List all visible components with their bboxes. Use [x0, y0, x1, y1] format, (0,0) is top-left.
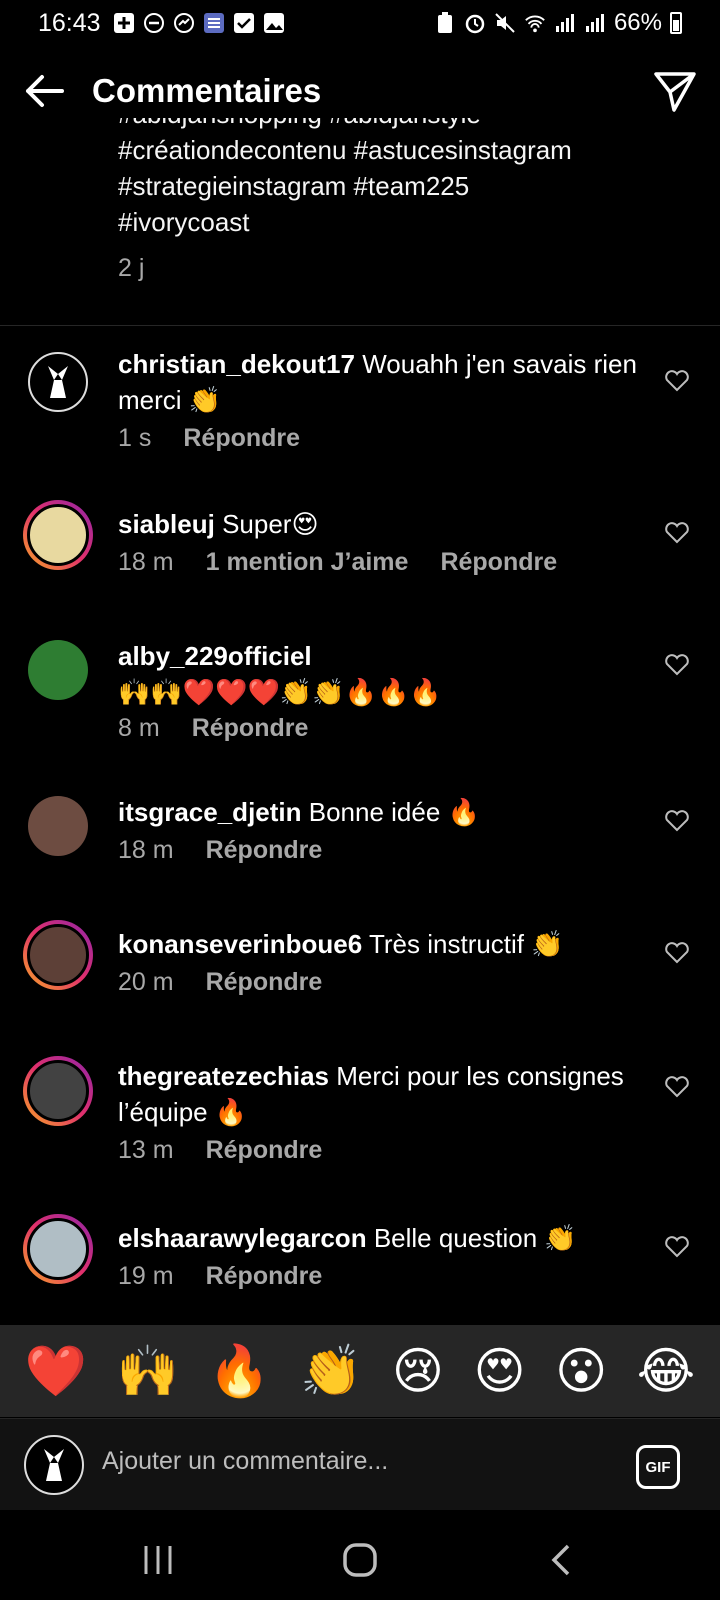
comment-username[interactable]: alby_229officiel: [118, 638, 638, 674]
like-heart-icon[interactable]: [664, 940, 690, 966]
post-caption: #abidjanshopping #abidjanstyle #création…: [118, 118, 678, 298]
comment-time: 19 m: [118, 1262, 174, 1290]
battery-saver-icon: [434, 12, 456, 34]
battery-percent: 66%: [613, 9, 662, 36]
comment-time: 20 m: [118, 968, 174, 996]
emoji-fire[interactable]: 🔥: [208, 1346, 270, 1396]
header: Commentaires: [0, 56, 720, 126]
like-heart-icon[interactable]: [664, 652, 690, 678]
alarm-icon: [464, 12, 486, 34]
comment-username[interactable]: elshaarawylegarcon: [118, 1223, 367, 1253]
messenger-icon: [173, 12, 195, 34]
comment-username[interactable]: christian_dekout17: [118, 349, 355, 379]
comment-username[interactable]: siableuj: [118, 509, 215, 539]
comment-text: 🙌🙌❤️❤️❤️👏👏🔥🔥🔥: [118, 677, 442, 707]
signal-icon-2: [584, 12, 606, 34]
back-arrow-icon[interactable]: [22, 68, 68, 114]
battery-icon: [670, 12, 682, 34]
comment-username[interactable]: thegreatezechias: [118, 1061, 329, 1091]
avatar[interactable]: [28, 640, 88, 700]
system-status-icons: 66%: [434, 9, 682, 37]
like-heart-icon[interactable]: [664, 1074, 690, 1100]
emoji-heart[interactable]: ❤️: [25, 1346, 87, 1396]
reply-button[interactable]: Répondre: [440, 548, 557, 577]
comment-username[interactable]: konanseverinboue6: [118, 929, 362, 959]
caption-line[interactable]: #strategieinstagram #team225: [118, 168, 678, 204]
recent-apps-icon[interactable]: [138, 1540, 178, 1580]
comment-text: Super😍: [222, 509, 319, 539]
emoji-heart-eyes[interactable]: 😍: [474, 1346, 526, 1396]
caption-line[interactable]: #créationdecontenu #astucesinstagram: [118, 132, 678, 168]
comment-username[interactable]: itsgrace_djetin: [118, 797, 302, 827]
system-nav-bar: [0, 1510, 720, 1600]
comment-list[interactable]: christian_dekout17 Wouahh j'en savais ri…: [0, 326, 720, 1326]
avatar[interactable]: [23, 1056, 93, 1126]
likes-count[interactable]: 1 mention J’aime: [206, 548, 409, 577]
caption-age: 2 j: [118, 254, 145, 282]
emoji-reaction-bar: ❤️ 🙌 🔥 👏 😢 😍 😮 😂: [0, 1325, 720, 1417]
comment-time: 18 m: [118, 548, 174, 576]
like-heart-icon[interactable]: [664, 808, 690, 834]
comment-text: Très instructif 👏: [368, 929, 564, 959]
avatar[interactable]: [28, 352, 88, 412]
comment-time: 1 s: [118, 424, 152, 452]
gif-button[interactable]: GIF: [636, 1445, 680, 1489]
like-heart-icon[interactable]: [664, 368, 690, 394]
comment-input-bar: Ajouter un commentaire... GIF: [0, 1418, 720, 1510]
gallery-icon: [263, 12, 285, 34]
comment-input[interactable]: Ajouter un commentaire...: [102, 1447, 572, 1476]
avatar[interactable]: [23, 500, 93, 570]
wifi-icon: [524, 12, 546, 34]
user-avatar: [24, 1435, 84, 1495]
reply-button[interactable]: Répondre: [206, 1136, 323, 1165]
comment-time: 13 m: [118, 1136, 174, 1164]
reply-button[interactable]: Répondre: [206, 1262, 323, 1291]
like-heart-icon[interactable]: [664, 520, 690, 546]
notification-icons: [113, 12, 285, 34]
home-icon[interactable]: [340, 1540, 380, 1580]
comment-time: 8 m: [118, 714, 160, 742]
emoji-raised-hands[interactable]: 🙌: [117, 1346, 179, 1396]
page-title: Commentaires: [92, 72, 322, 109]
like-heart-icon[interactable]: [664, 1234, 690, 1260]
comment-text: Bonne idée 🔥: [308, 797, 480, 827]
reply-button[interactable]: Répondre: [192, 714, 309, 743]
avatar[interactable]: [23, 920, 93, 990]
check-box-icon: [233, 12, 255, 34]
avatar[interactable]: [23, 1214, 93, 1284]
status-time: 16:43: [38, 8, 101, 37]
emoji-surprised[interactable]: 😮: [555, 1346, 607, 1396]
list-app-icon: [203, 12, 225, 34]
reply-button[interactable]: Répondre: [206, 836, 323, 865]
emoji-crying[interactable]: 😢: [392, 1346, 444, 1396]
signal-icon: [554, 12, 576, 34]
reply-button[interactable]: Répondre: [183, 424, 300, 453]
emoji-clap[interactable]: 👏: [300, 1346, 362, 1396]
caption-line: #abidjanshopping #abidjanstyle: [118, 118, 678, 132]
comment-time: 18 m: [118, 836, 174, 864]
do-not-disturb-icon: [143, 12, 165, 34]
mute-icon: [494, 12, 516, 34]
send-icon[interactable]: [652, 68, 698, 114]
back-nav-icon[interactable]: [542, 1540, 582, 1580]
caption-line[interactable]: #ivorycoast: [118, 204, 678, 240]
reply-button[interactable]: Répondre: [206, 968, 323, 997]
status-bar: 16:43 66%: [0, 0, 720, 46]
emoji-laughing[interactable]: 😂: [637, 1346, 695, 1396]
comment-text: Belle question 👏: [373, 1223, 577, 1253]
avatar[interactable]: [28, 796, 88, 856]
add-box-icon: [113, 12, 135, 34]
